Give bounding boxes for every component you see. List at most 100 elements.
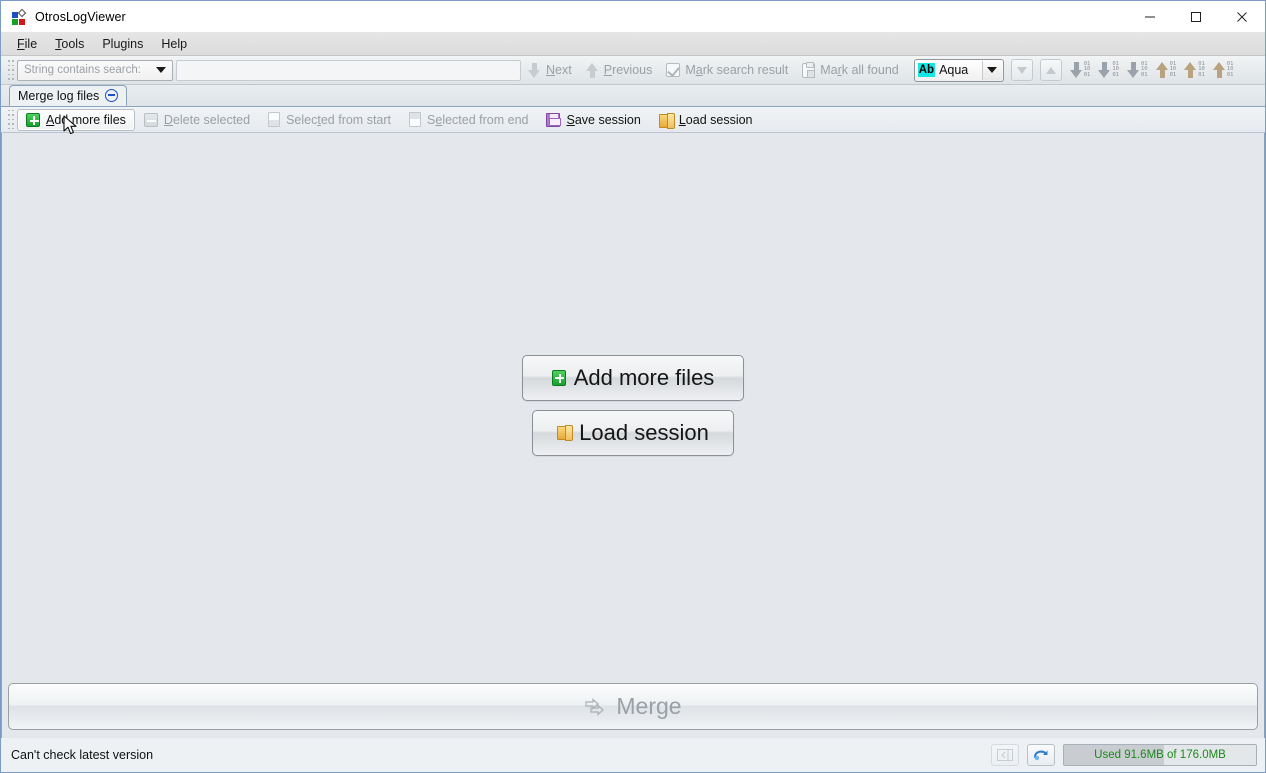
jump-down-next-button[interactable]: 01 10 01 [1098,60,1119,79]
arrow-down-icon [1016,66,1027,74]
save-session-label: ave session [574,112,641,127]
save-session-button[interactable]: Save session [537,109,649,131]
arrow-up-icon [1045,66,1056,74]
folder-icon [658,112,675,129]
status-message: Can't check latest version [11,748,154,762]
search-mode-combo[interactable]: String contains search: [17,59,173,81]
arrow-down-icon [528,62,541,78]
floppy-icon [546,112,562,127]
arrow-up-icon [585,62,599,78]
previous-button-label: revious [612,63,653,77]
maximize-button[interactable] [1173,1,1219,32]
memory-usage-bar[interactable]: Used 91.6MB of 176.0MB [1063,744,1257,766]
menu-item-tools-rest: ools [61,36,85,51]
app-logo-icon [11,8,27,25]
color-combo-arrow-button[interactable] [981,60,1002,80]
jump-up-last-button[interactable]: 01 10 01 [1212,60,1234,79]
application-window: OtrosLogViewer File Tools Plugins Help S… [0,0,1266,773]
binary-label: 01 10 01 [1083,60,1091,78]
title-bar: OtrosLogViewer [1,1,1265,32]
menu-item-help[interactable]: Help [153,35,197,53]
search-input[interactable] [176,59,521,81]
menu-item-plugins-label: Plugins [102,36,144,51]
merge-button[interactable]: Merge [8,683,1258,730]
merge-button-label: Merge [616,693,682,719]
scroll-down-button[interactable] [1010,59,1033,81]
chevron-down-icon [156,67,166,73]
add-more-files-label: dd more files [54,112,126,127]
color-name-label: Aqua [939,63,969,77]
selected-from-start-button[interactable]: Selected from start [259,109,400,131]
toolbar-drag-handle[interactable] [6,60,15,80]
jump-up-prev-button[interactable]: 01 10 01 [1184,60,1205,79]
mark-search-result-prefix: M [685,63,696,77]
mark-color-combo[interactable]: Ab Aqua [913,58,1004,82]
search-mode-value: String contains search: [24,64,141,76]
refresh-button[interactable] [1027,744,1055,766]
next-button[interactable]: Next [521,58,579,82]
tab-label: Merge log files [18,88,100,103]
binary-label: 01 10 01 [1112,60,1119,78]
merge-toolbar-drag-handle[interactable] [6,109,15,130]
arrow-up-icon [1155,62,1169,78]
menu-item-file-rest: ile [24,36,38,51]
merge-button-container: Merge [2,683,1264,738]
selected-from-end-button[interactable]: Selected from end [400,109,537,131]
chevron-down-icon [987,67,998,73]
menu-item-tools[interactable]: Tools [47,35,94,53]
mark-search-result-checkbox[interactable]: Mark search result [659,58,795,82]
mark-all-found-button[interactable]: Mark all found [795,58,906,82]
delete-selected-label: elete selected [172,112,251,127]
plus-icon [26,112,40,127]
close-icon[interactable] [105,89,119,102]
search-toolbar: String contains search: Next Previous Ma… [1,56,1265,85]
window-title: OtrosLogViewer [35,9,126,24]
merge-arrows-icon [584,697,606,716]
toggle-panel-button[interactable] [991,744,1019,766]
window-controls [1127,1,1265,32]
minimize-button[interactable] [1127,1,1173,32]
selected-from-start-suffix: ed from start [320,112,392,127]
mark-search-result-suffix: rk search result [702,63,789,77]
arrow-down-icon [1126,62,1140,78]
jump-down-last-button[interactable]: 01 10 01 [1126,61,1148,79]
selected-from-start-prefix: Selec [286,112,318,127]
add-more-files-main-label: Add more files [573,365,715,390]
checkbox-checked-icon [666,63,681,77]
load-session-button[interactable]: Load session [650,109,762,131]
binary-label: 01 10 01 [1169,60,1177,78]
arrow-down-icon [1069,62,1083,78]
plus-icon [551,370,566,386]
jump-up-first-button[interactable]: 01 10 01 [1155,60,1177,79]
close-button[interactable] [1219,1,1265,32]
merge-toolbar: Add more files Delete selected Selected … [1,107,1265,133]
next-button-label: ext [555,63,572,77]
add-more-files-button[interactable]: Add more files [17,108,135,131]
previous-button[interactable]: Previous [579,58,660,82]
binary-label: 01 10 01 [1198,60,1205,78]
menu-item-help-label: Help [161,36,188,51]
tab-strip: Merge log files [1,85,1265,107]
mark-all-found-suffix: k all found [841,63,899,77]
arrow-up-icon [1212,62,1226,78]
menu-bar: File Tools Plugins Help [1,32,1265,56]
tab-merge-log-files[interactable]: Merge log files [9,85,128,106]
folder-icon [557,424,574,442]
arrow-down-icon [1098,62,1111,78]
clipboard-icon [802,61,816,78]
add-more-files-main-button[interactable]: Add more files [522,355,744,401]
binary-label: 01 10 01 [1226,60,1234,78]
arrow-up-icon [1184,62,1197,78]
menu-item-plugins[interactable]: Plugins [94,35,153,53]
delete-selected-button[interactable]: Delete selected [135,109,259,131]
merge-files-panel: Add more files Load session Merge [1,133,1265,738]
document-bottom-icon [409,112,422,127]
load-session-main-button[interactable]: Load session [532,410,734,456]
mark-all-found-prefix: Ma [820,63,838,77]
status-bar: Can't check latest version Used 91.6MB o… [1,738,1265,772]
menu-item-file[interactable]: File [9,35,47,53]
color-sample-badge: Ab [917,63,936,77]
jump-down-first-button[interactable]: 01 10 01 [1069,60,1091,79]
scroll-up-button[interactable] [1039,59,1062,81]
load-session-main-label: Load session [579,420,709,445]
